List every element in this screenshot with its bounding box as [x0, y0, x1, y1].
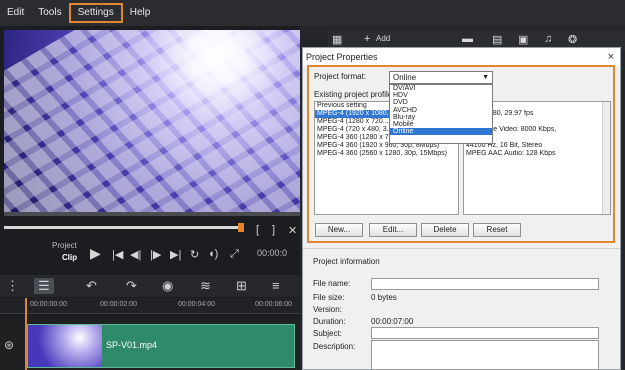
subtitle-icon[interactable]: ≡ [272, 278, 280, 293]
playhead[interactable] [25, 298, 27, 370]
next-frame-icon[interactable]: |▶ [150, 248, 161, 261]
add-icon[interactable]: + [364, 33, 370, 45]
previous-frame-icon[interactable]: ◀| [130, 248, 141, 261]
format-option[interactable]: Blu-ray [390, 114, 492, 121]
project-format-value: Online [393, 73, 417, 82]
new-button[interactable]: New... [315, 223, 363, 237]
video-track-icon[interactable]: ⊛ [4, 338, 14, 352]
project-properties-dialog: Project Properties × Project format: Onl… [302, 47, 621, 370]
mode-clip[interactable]: Clip [62, 253, 77, 262]
audio-filter-icon[interactable]: ♫ [544, 33, 552, 45]
preview-image [4, 30, 300, 212]
redo-icon[interactable]: ↷ [126, 278, 137, 294]
import-icon[interactable]: ▦ [332, 33, 342, 46]
project-format-dropdown: DV/AVI HDV DVD AVCHD Blu-ray Mobile Onli… [389, 84, 493, 144]
reset-button[interactable]: Reset [473, 223, 521, 237]
menu-help[interactable]: Help [123, 3, 158, 23]
ruler-timecode: 00:00:04:00 [178, 301, 215, 308]
format-option[interactable]: HDV [390, 92, 492, 99]
existing-profiles-label: Existing project profiles: [314, 90, 399, 99]
enlarge-icon[interactable]: ⤢ [230, 248, 239, 261]
duration-value: 00:00:07:00 [371, 317, 414, 326]
timeline-ruler[interactable]: 00:00:00:00 00:00:02:00 00:00:04:00 00:0… [0, 298, 300, 314]
project-format-label: Project format: [314, 72, 367, 81]
scrubber-handle[interactable] [238, 223, 244, 232]
app-window: Edit Tools Settings Help ▦ + Add ▬ ▤ ▣ ♫… [0, 0, 625, 370]
preview-scrubber[interactable] [4, 226, 242, 229]
video-clip[interactable]: SP-V01.mp4 [27, 324, 295, 368]
duration-label: Duration: [313, 317, 346, 326]
close-icon[interactable]: × [608, 48, 614, 66]
motion-tracking-icon[interactable]: ⊞ [236, 278, 247, 294]
playback-controls: Project Clip ▶ |◀ ◀| |▶ ▶| ↻ ◖) ⤢ 00:00:… [4, 240, 300, 266]
format-option[interactable]: DVD [390, 99, 492, 106]
photo-filter-icon[interactable]: ▣ [518, 33, 528, 46]
home-icon[interactable]: |◀ [112, 248, 123, 261]
format-option[interactable]: Mobile [390, 121, 492, 128]
menu-settings[interactable]: Settings [68, 3, 123, 23]
profile-item[interactable]: MPEG-4 360 (2560 x 1280, 30p, 15Mbps) [315, 150, 458, 158]
gear-icon[interactable]: ❂ [568, 33, 577, 46]
info-line: MPEG AAC Audio: 128 Kbps [466, 150, 556, 157]
project-information-title: Project information [313, 257, 380, 266]
description-field[interactable] [371, 340, 599, 370]
video-filter-icon[interactable]: ▤ [492, 33, 502, 46]
info-scrollbar[interactable] [602, 102, 610, 214]
record-capture-icon[interactable]: ◉ [162, 278, 173, 294]
format-option[interactable]: DV/AVI [390, 85, 492, 92]
volume-icon[interactable]: ◖) [208, 248, 218, 260]
format-option[interactable]: AVCHD [390, 107, 492, 114]
preview-window [4, 30, 300, 212]
file-size-value: 0 bytes [371, 293, 397, 302]
subject-label: Subject: [313, 329, 342, 338]
ruler-timecode: 00:00:06:00 [255, 301, 292, 308]
mark-out-button[interactable]: ] [272, 224, 275, 236]
file-name-field[interactable] [371, 278, 599, 290]
file-size-label: File size: [313, 293, 345, 302]
timecode-display[interactable]: 00:00:0 [257, 248, 287, 258]
menu-tools[interactable]: Tools [31, 3, 68, 23]
end-icon[interactable]: ▶| [170, 248, 181, 261]
ruler-timecode: 00:00:00:00 [30, 301, 67, 308]
folder-icon[interactable]: ▬ [462, 33, 473, 45]
mark-in-button[interactable]: [ [256, 224, 259, 236]
mode-project[interactable]: Project [52, 241, 77, 250]
clip-name: SP-V01.mp4 [106, 340, 158, 350]
repeat-icon[interactable]: ↻ [190, 248, 199, 261]
description-label: Description: [313, 342, 356, 351]
chevron-down-icon: ▼ [482, 74, 489, 81]
divider [303, 248, 620, 249]
undo-icon[interactable]: ↶ [86, 278, 97, 294]
edit-button[interactable]: Edit... [369, 223, 417, 237]
timeline-toolbar: ⋮ ☰ ↶ ↷ ◉ ≋ ⊞ ≡ [0, 275, 300, 297]
menu-edit[interactable]: Edit [0, 3, 31, 23]
sound-mixer-icon[interactable]: ≋ [200, 278, 211, 294]
close-icon[interactable]: ✕ [288, 224, 297, 237]
file-name-label: File name: [313, 279, 351, 288]
timeline-view-icon[interactable]: ☰ [34, 278, 54, 294]
format-group: Project format: Online ▼ DV/AVI HDV DVD … [307, 65, 615, 243]
version-label: Version: [313, 305, 342, 314]
add-label[interactable]: Add [376, 34, 390, 43]
project-format-select[interactable]: Online ▼ [389, 71, 493, 84]
menu-bar: Edit Tools Settings Help [0, 0, 625, 26]
format-option-selected[interactable]: Online [390, 128, 492, 136]
storyboard-icon[interactable]: ⋮ [6, 278, 19, 294]
subject-field[interactable] [371, 327, 599, 339]
clip-thumbnail [28, 325, 102, 367]
preview-divider [4, 212, 300, 216]
play-icon[interactable]: ▶ [90, 245, 101, 262]
delete-button[interactable]: Delete [421, 223, 469, 237]
dialog-title: Project Properties [303, 48, 620, 66]
ruler-timecode: 00:00:02:00 [100, 301, 137, 308]
